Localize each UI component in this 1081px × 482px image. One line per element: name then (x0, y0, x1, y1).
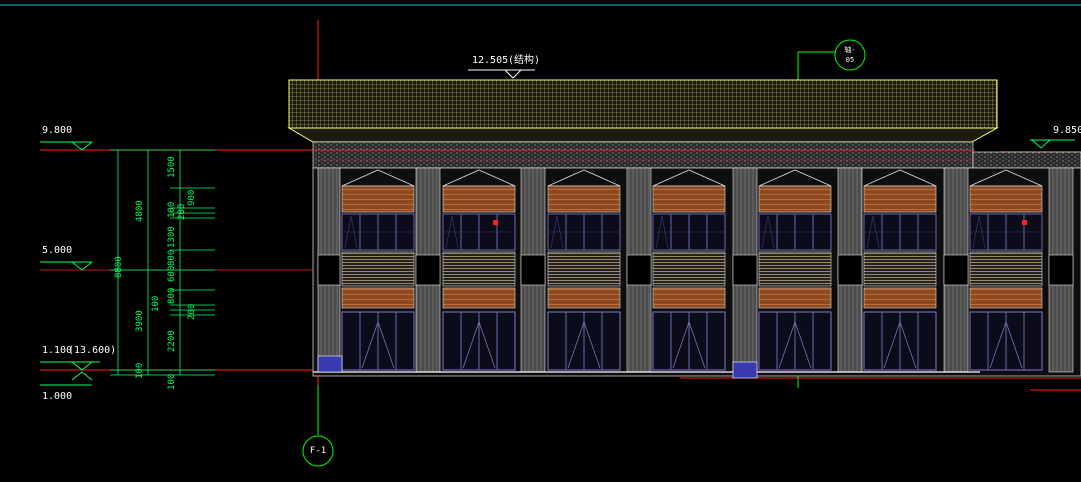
bay-upper-timber (547, 185, 621, 213)
bay-upper-timber (652, 185, 726, 213)
bay-louver (969, 251, 1043, 287)
dim-lower-100: 100 (151, 295, 161, 312)
dim-upper-1300: 1300 (167, 226, 177, 248)
dim-upper: 4800 (135, 200, 145, 222)
bay-upper-timber (758, 185, 832, 213)
bay-louver (758, 251, 832, 287)
bay-upper-timber (969, 185, 1043, 213)
pillar-band (837, 254, 863, 286)
bay-upper-timber (442, 185, 516, 213)
level-marker-5000 (40, 261, 93, 271)
level-label-1100-alt: (13.600) (68, 345, 117, 356)
dim-upper-200: 200 (177, 203, 187, 220)
dim-lower-200: 200 (187, 303, 197, 320)
eave-frieze (312, 141, 974, 169)
bay-lower-timber (442, 287, 516, 309)
facade-bays (317, 167, 1074, 373)
dim-base2: 100 (167, 373, 177, 390)
dim-base: 100 (135, 362, 145, 379)
axis-label-left: F-1 (309, 446, 327, 456)
elevation-drawing (0, 4, 1081, 467)
level-marker-9800 (40, 141, 93, 151)
level-marker-1100 (40, 361, 100, 386)
dim-total: 8800 (114, 256, 124, 278)
roof-top-marker (468, 69, 535, 79)
dim-upper-1500: 1500 (167, 156, 177, 178)
red-mark (493, 220, 498, 225)
bay-louver (547, 251, 621, 287)
axis-label-top-1: 轴- (844, 46, 856, 54)
bay-lower-timber (547, 287, 621, 309)
axis-label-top-2: 05 (845, 56, 855, 64)
bay-louver (341, 251, 415, 287)
roof-eave (287, 127, 999, 143)
right-wing-roof (972, 151, 1081, 169)
bay-lower-timber (863, 287, 937, 309)
dim-lower: 3900 (135, 310, 145, 332)
pillar-band (520, 254, 546, 286)
plinth-block-mid (732, 361, 758, 379)
bay-louver (863, 251, 937, 287)
dim-lower-800: 800 (167, 287, 177, 304)
level-label-9850: 9.850 (1053, 125, 1081, 136)
roof-note-label: (结构) (508, 55, 541, 66)
bay-upper-timber (863, 185, 937, 213)
pillar-band (732, 254, 758, 286)
bay-lower-timber (341, 287, 415, 309)
dim-upper-800: 800 (167, 249, 177, 266)
roof-tiles (288, 79, 998, 129)
pillar-band (626, 254, 652, 286)
red-mark (1022, 220, 1027, 225)
bay-upper-timber (341, 185, 415, 213)
bay-lower-timber (652, 287, 726, 309)
pillar-band (943, 254, 969, 286)
level-label-5000: 5.000 (42, 245, 73, 256)
dimension-chains (110, 149, 215, 376)
level-marker-9850 (1030, 139, 1075, 149)
roof-top-label: 12.505 (472, 55, 509, 66)
plinth-block-left (317, 355, 343, 373)
bay-lower-timber (969, 287, 1043, 309)
dim-lower-2200: 2200 (167, 330, 177, 352)
pillar-band (317, 254, 341, 286)
level-label-9800: 9.800 (42, 125, 73, 136)
dim-upper-900: 900 (187, 189, 197, 206)
dim-upper-100: 100 (167, 201, 177, 218)
bay-louver (652, 251, 726, 287)
pillar-band (415, 254, 441, 286)
dim-upper-600: 600 (167, 265, 177, 282)
bay-lower-timber (758, 287, 832, 309)
axis-bubble-top (834, 39, 866, 71)
bay-louver (442, 251, 516, 287)
pillar-band (1048, 254, 1074, 286)
level-label-1000: 1.000 (42, 391, 73, 402)
